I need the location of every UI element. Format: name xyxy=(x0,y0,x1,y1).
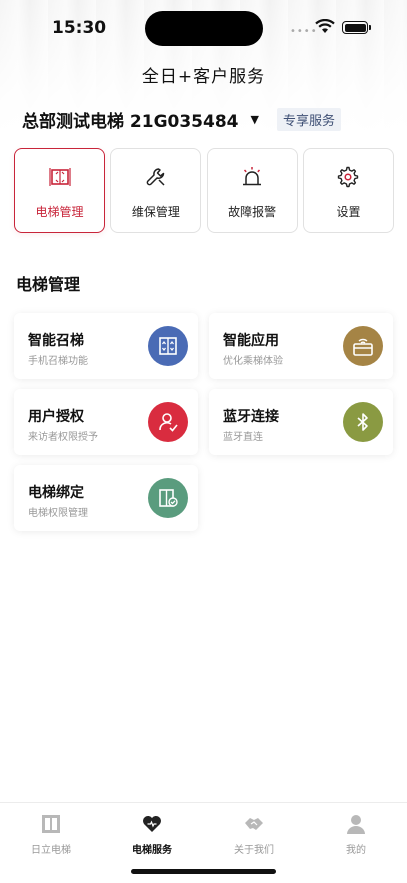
battery-icon xyxy=(342,21,368,34)
status-bar: 15:30 •••• xyxy=(0,0,407,56)
tab-settings[interactable]: 设置 xyxy=(302,148,394,233)
vip-service-badge[interactable]: 专享服务 xyxy=(276,107,341,131)
card-subtitle: 蓝牙直连 xyxy=(223,432,263,443)
wifi-icon xyxy=(315,19,335,33)
card-subtitle: 来访者权限授予 xyxy=(28,432,98,443)
card-title: 智能应用 xyxy=(223,333,279,349)
elevator-bind-icon xyxy=(148,478,188,518)
heart-icon xyxy=(143,816,161,832)
status-time: 15:30 xyxy=(52,18,107,38)
gear-icon xyxy=(338,166,359,188)
card-title: 电梯绑定 xyxy=(28,485,84,501)
card-title: 用户授权 xyxy=(28,409,84,425)
tab-fault-alarm[interactable]: 故障报警 xyxy=(206,148,298,233)
device-selector[interactable]: 总部测试电梯 21G035484 ▼ 专享服务 xyxy=(22,107,341,132)
card-elevator-binding[interactable]: 电梯绑定 电梯权限管理 xyxy=(14,465,198,531)
handshake-icon xyxy=(245,818,263,830)
card-title: 蓝牙连接 xyxy=(223,409,279,425)
tab-maintenance[interactable]: 维保管理 xyxy=(110,148,202,233)
elevator-call-icon xyxy=(148,326,188,366)
nav-hitachi-elevator[interactable]: 日立电梯 xyxy=(11,813,91,856)
nav-label: 日立电梯 xyxy=(31,845,71,856)
elevator-icon xyxy=(42,815,60,833)
battery-cap xyxy=(369,25,371,30)
tab-label: 设置 xyxy=(336,205,361,219)
nav-label: 关于我们 xyxy=(234,845,274,856)
wrench-icon xyxy=(146,168,165,186)
dynamic-island xyxy=(145,11,263,46)
card-smart-app[interactable]: 智能应用 优化乘梯体验 xyxy=(209,313,393,379)
user-auth-icon xyxy=(148,402,188,442)
device-name[interactable]: 总部测试电梯 21G035484 xyxy=(22,107,239,132)
tab-label: 故障报警 xyxy=(228,205,277,219)
page-title: 全日+客户服务 xyxy=(141,67,266,87)
home-indicator xyxy=(131,869,276,874)
signal-icon: •••• xyxy=(290,26,318,37)
nav-elevator-service[interactable]: 电梯服务 xyxy=(112,813,192,856)
tab-label: 电梯管理 xyxy=(35,205,84,219)
bluetooth-icon xyxy=(343,402,383,442)
card-subtitle: 优化乘梯体验 xyxy=(223,356,283,367)
card-subtitle: 电梯权限管理 xyxy=(28,508,88,519)
card-smart-call[interactable]: 智能召梯 手机召梯功能 xyxy=(14,313,198,379)
tab-elevator-management[interactable]: 电梯管理 xyxy=(14,148,105,233)
card-user-authorization[interactable]: 用户授权 来访者权限授予 xyxy=(14,389,198,455)
nav-mine[interactable]: 我的 xyxy=(316,813,396,856)
card-bluetooth[interactable]: 蓝牙连接 蓝牙直连 xyxy=(209,389,393,455)
section-title: 电梯管理 xyxy=(16,275,81,294)
alarm-icon xyxy=(243,167,262,186)
card-subtitle: 手机召梯功能 xyxy=(28,356,88,367)
person-icon xyxy=(347,815,365,834)
nav-label: 电梯服务 xyxy=(132,845,172,856)
caret-down-icon[interactable]: ▼ xyxy=(251,113,259,126)
nav-about-us[interactable]: 关于我们 xyxy=(214,813,294,856)
card-title: 智能召梯 xyxy=(28,333,84,349)
tab-label: 维保管理 xyxy=(131,205,180,219)
function-tabs: 电梯管理 维保管理 故障报警 设置 xyxy=(14,148,394,233)
elevator-icon xyxy=(48,168,71,186)
nav-label: 我的 xyxy=(346,845,366,856)
card-reader-icon xyxy=(343,326,383,366)
